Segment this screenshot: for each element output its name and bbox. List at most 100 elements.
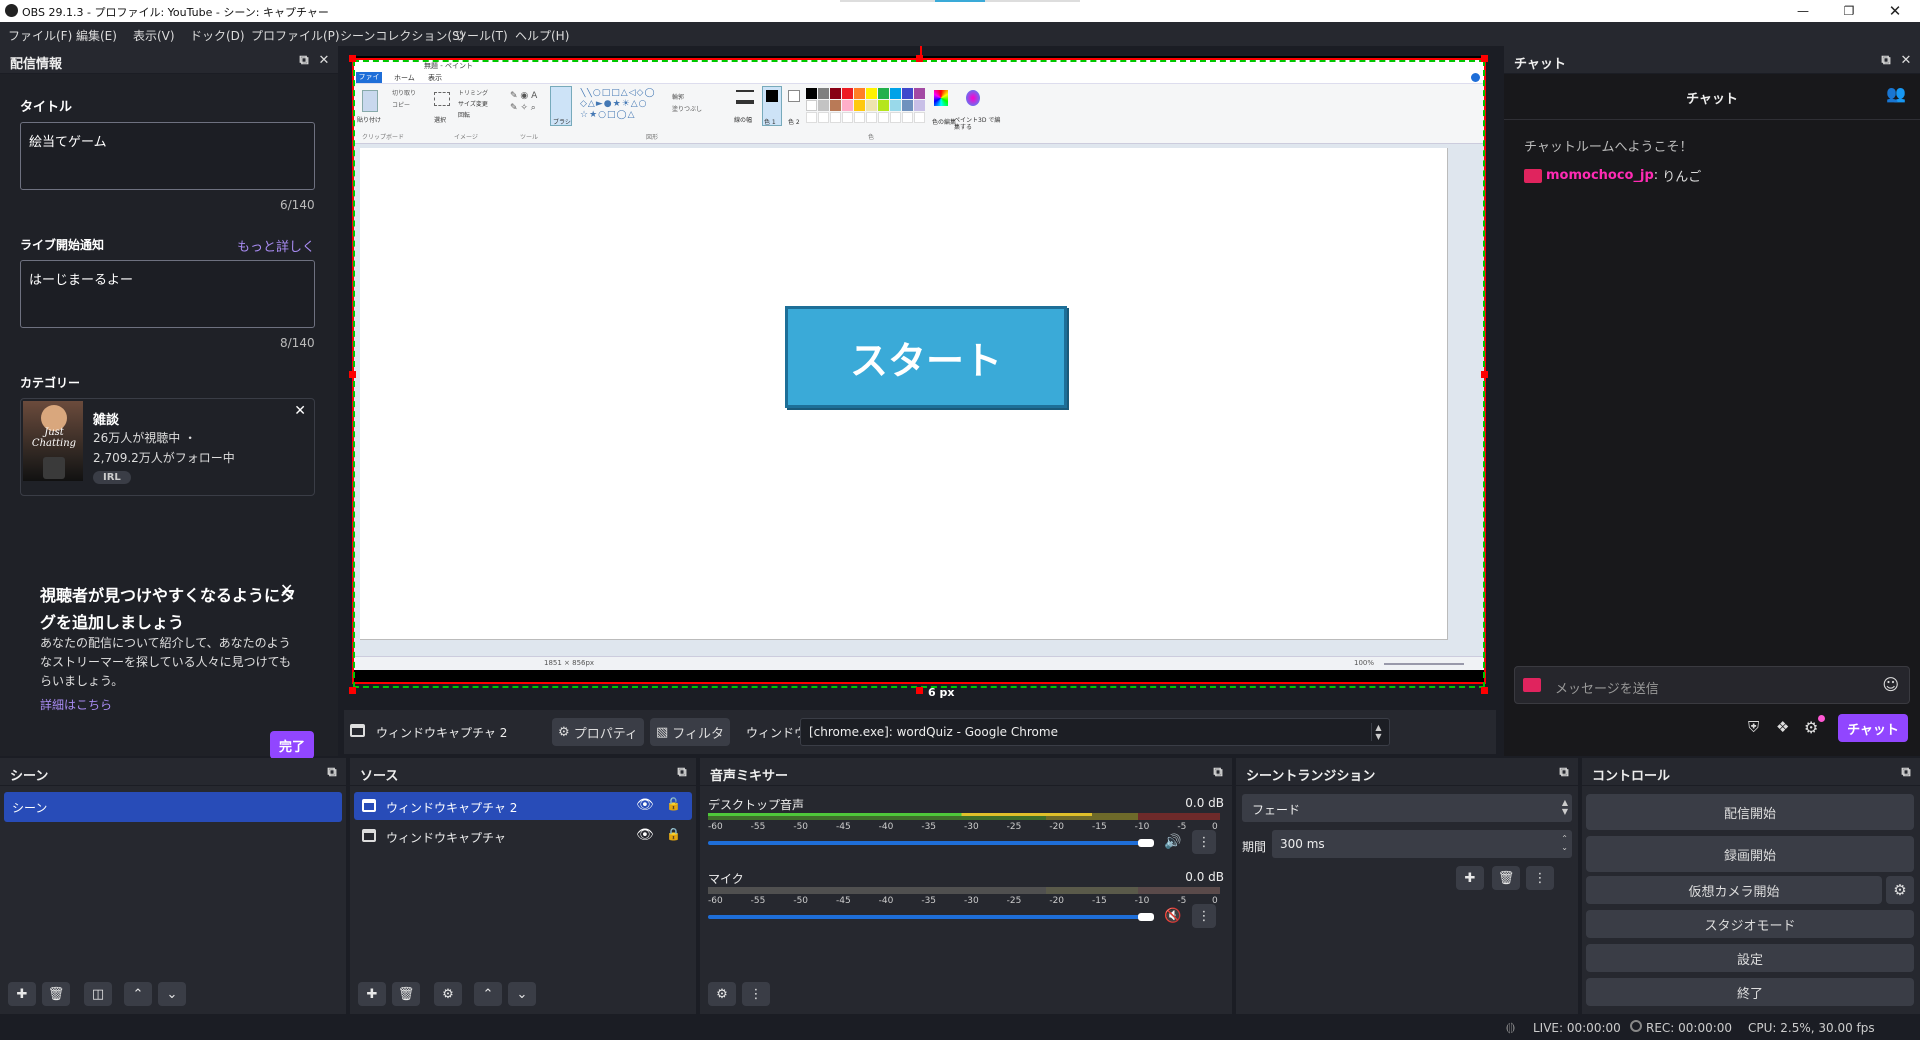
remove-source-icon[interactable]: 🗑 bbox=[392, 982, 420, 1006]
volume-slider[interactable] bbox=[708, 915, 1144, 919]
promo-close-icon[interactable]: ✕ bbox=[280, 580, 293, 599]
volume-slider[interactable] bbox=[708, 841, 1144, 845]
start-streaming-button[interactable]: 配信開始 bbox=[1586, 794, 1914, 830]
visibility-eye-icon[interactable]: 👁 bbox=[636, 827, 654, 843]
add-transition-icon[interactable]: ✚ bbox=[1456, 866, 1484, 890]
duration-spinbox[interactable]: 300 ms ⌃ ⌄ bbox=[1272, 830, 1572, 858]
chat-input-placeholder: メッセージを送信 bbox=[1555, 682, 1659, 697]
remove-category-icon[interactable]: ✕ bbox=[294, 403, 306, 419]
edge-distance-label: 6 px bbox=[928, 686, 955, 699]
float-icon[interactable]: ⧉ bbox=[674, 764, 690, 780]
menu-file[interactable]: ファイル(F) bbox=[8, 27, 72, 44]
properties-button[interactable]: ⚙ プロパティ bbox=[552, 718, 644, 746]
promo-link[interactable]: 詳細はこちら bbox=[40, 696, 112, 713]
users-icon[interactable]: 👥 bbox=[1886, 84, 1906, 103]
locked-icon[interactable]: 🔒 bbox=[666, 827, 681, 841]
title-input[interactable]: 絵当てゲーム bbox=[20, 122, 315, 190]
network-icon: ⦇⦈ bbox=[1506, 1020, 1516, 1034]
transition-select[interactable]: フェード ▲ ▼ bbox=[1242, 794, 1572, 822]
properties-label: プロパティ bbox=[573, 726, 638, 742]
chat-title: チャット bbox=[1686, 92, 1738, 107]
move-up-icon[interactable]: ⌃ bbox=[474, 982, 502, 1006]
source-item[interactable]: ウィンドウキャプチャ 👁 🔒 bbox=[354, 822, 692, 850]
visibility-eye-icon[interactable]: 👁 bbox=[636, 797, 654, 813]
window-select[interactable]: [chrome.exe]: wordQuiz - Google Chrome ▲… bbox=[800, 718, 1390, 746]
category-tag[interactable]: IRL bbox=[93, 471, 131, 484]
resize-handle-bl[interactable] bbox=[349, 687, 356, 694]
shield-icon[interactable]: ⛨ bbox=[1748, 718, 1759, 736]
audio-mixer-title: 音声ミキサー bbox=[710, 769, 789, 784]
meter-tick-label: -55 bbox=[750, 896, 766, 906]
gift-icon[interactable]: ❖ bbox=[1776, 718, 1789, 736]
resize-handle-tr[interactable] bbox=[1481, 55, 1488, 62]
menu-edit[interactable]: 編集(E) bbox=[76, 27, 117, 44]
channel-menu-icon[interactable]: ⋮ bbox=[1192, 904, 1216, 928]
updown-arrows-icon[interactable]: ▲ ▼ bbox=[1562, 798, 1568, 816]
scene-item[interactable]: シーン bbox=[4, 792, 342, 822]
category-art-mug bbox=[43, 457, 65, 479]
float-icon[interactable]: ⧉ bbox=[324, 764, 340, 780]
remove-transition-icon[interactable]: 🗑 bbox=[1492, 866, 1520, 890]
menu-tools[interactable]: ツール(T) bbox=[455, 27, 508, 44]
advanced-audio-icon[interactable]: ⚙ bbox=[708, 982, 736, 1006]
chat-input[interactable]: メッセージを送信 ☺ bbox=[1514, 666, 1910, 704]
mixer-menu-icon[interactable]: ⋮ bbox=[742, 982, 770, 1006]
muted-speaker-icon[interactable]: 🔇 bbox=[1164, 908, 1181, 924]
filters-button[interactable]: ▧ フィルタ bbox=[650, 718, 730, 746]
close-dock-icon[interactable]: ✕ bbox=[1898, 52, 1914, 68]
float-icon[interactable]: ⧉ bbox=[1898, 764, 1914, 780]
menu-dock[interactable]: ドック(D) bbox=[190, 27, 245, 44]
float-icon[interactable]: ⧉ bbox=[1556, 764, 1572, 780]
notify-more-link[interactable]: もっと詳しく bbox=[237, 236, 315, 255]
resize-handle-b[interactable] bbox=[916, 687, 923, 694]
spin-arrows-icon[interactable]: ⌃ ⌄ bbox=[1561, 834, 1568, 852]
menu-view[interactable]: 表示(V) bbox=[133, 27, 175, 44]
done-button[interactable]: 完了 bbox=[270, 731, 314, 759]
float-icon[interactable]: ⧉ bbox=[1878, 52, 1894, 68]
start-recording-button[interactable]: 録画開始 bbox=[1586, 836, 1914, 872]
settings-button[interactable]: 設定 bbox=[1586, 944, 1914, 972]
volume-slider-thumb[interactable] bbox=[1138, 839, 1154, 847]
meter-tick-label: -5 bbox=[1177, 822, 1187, 832]
source-properties-icon[interactable]: ⚙ bbox=[434, 982, 462, 1006]
source-item[interactable]: ウィンドウキャプチャ 2 👁 🔓 bbox=[354, 792, 692, 820]
channel-menu-icon[interactable]: ⋮ bbox=[1192, 830, 1216, 854]
exit-button[interactable]: 終了 bbox=[1586, 978, 1914, 1006]
remove-scene-icon[interactable]: 🗑 bbox=[42, 982, 70, 1006]
menu-scene-collection[interactable]: シーンコレクション(S) bbox=[340, 27, 464, 44]
studio-mode-button[interactable]: スタジオモード bbox=[1586, 910, 1914, 938]
status-bar: ⦇⦈ LIVE: 00:00:00 REC: 00:00:00 CPU: 2.5… bbox=[0, 1016, 1920, 1040]
chat-send-button[interactable]: チャット bbox=[1838, 714, 1908, 742]
emote-icon[interactable]: ☺ bbox=[1882, 675, 1899, 694]
float-icon[interactable]: ⧉ bbox=[296, 52, 312, 68]
scene-filter-icon[interactable]: ◫ bbox=[84, 982, 112, 1006]
minimize-icon[interactable]: — bbox=[1780, 0, 1826, 22]
resize-handle-br[interactable] bbox=[1481, 687, 1488, 694]
volume-slider-thumb[interactable] bbox=[1138, 913, 1154, 921]
close-dock-icon[interactable]: ✕ bbox=[316, 52, 332, 68]
notify-input[interactable]: はーじまーるよー bbox=[20, 260, 315, 328]
add-source-icon[interactable]: ✚ bbox=[358, 982, 386, 1006]
virtual-camera-settings-icon[interactable]: ⚙ bbox=[1886, 876, 1914, 904]
resize-handle-tl[interactable] bbox=[349, 55, 356, 62]
start-virtual-camera-button[interactable]: 仮想カメラ開始 bbox=[1586, 876, 1882, 904]
resize-handle-r[interactable] bbox=[1481, 371, 1488, 378]
transition-menu-icon[interactable]: ⋮ bbox=[1526, 866, 1554, 890]
float-icon[interactable]: ⧉ bbox=[1210, 764, 1226, 780]
resize-handle-l[interactable] bbox=[349, 371, 356, 378]
restore-icon[interactable]: ❐ bbox=[1826, 0, 1872, 22]
window-select-arrows-icon[interactable]: ▲ ▼ bbox=[1371, 723, 1385, 741]
menu-profile[interactable]: プロファイル(P) bbox=[251, 27, 340, 44]
speaker-icon[interactable]: 🔊 bbox=[1164, 834, 1181, 850]
chat-username[interactable]: momochoco_jp bbox=[1546, 168, 1654, 183]
menu-help[interactable]: ヘルプ(H) bbox=[515, 27, 569, 44]
move-down-icon[interactable]: ⌄ bbox=[158, 982, 186, 1006]
channel-name: デスクトップ音声 bbox=[708, 798, 805, 812]
move-down-icon[interactable]: ⌄ bbox=[508, 982, 536, 1006]
unlocked-icon[interactable]: 🔓 bbox=[666, 797, 681, 811]
close-icon[interactable]: ✕ bbox=[1872, 0, 1918, 22]
add-scene-icon[interactable]: ✚ bbox=[8, 982, 36, 1006]
chat-title-bar: チャット 👥 bbox=[1504, 74, 1920, 120]
move-up-icon[interactable]: ⌃ bbox=[124, 982, 152, 1006]
chat-settings-icon[interactable]: ⚙ bbox=[1804, 718, 1818, 737]
